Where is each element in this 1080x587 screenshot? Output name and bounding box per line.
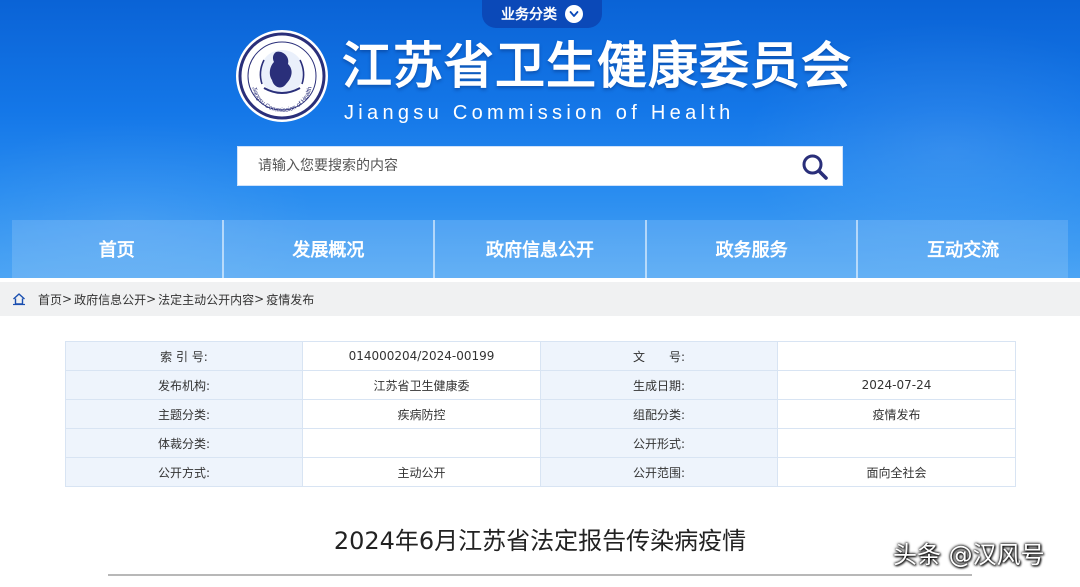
meta-label: 公开方式:: [65, 457, 303, 487]
chevron-down-icon: [565, 5, 583, 23]
meta-label: 文 号:: [540, 341, 778, 371]
title-divider: [108, 574, 972, 576]
meta-value: 疾病防控: [302, 399, 541, 429]
search-input[interactable]: [238, 147, 778, 185]
table-row: 公开方式: 主动公开 公开范围: 面向全社会: [65, 457, 1016, 487]
meta-value: 疫情发布: [777, 399, 1016, 429]
site-title-english: Jiangsu Commission of Health: [344, 102, 735, 124]
meta-label: 体裁分类:: [65, 428, 303, 458]
meta-label: 主题分类:: [65, 399, 303, 429]
main-navigation: 首页 发展概况 政府信息公开 政务服务 互动交流: [12, 220, 1068, 278]
breadcrumb-epidemic-release[interactable]: 疫情发布: [266, 291, 314, 308]
nav-interaction[interactable]: 互动交流: [858, 220, 1068, 278]
breadcrumb-separator: >: [146, 292, 157, 306]
meta-label: 发布机构:: [65, 370, 303, 400]
site-title-chinese: 江苏省卫生健康委员会: [342, 37, 852, 95]
breadcrumb-home[interactable]: 首页: [38, 291, 62, 308]
nav-development-overview[interactable]: 发展概况: [223, 220, 436, 278]
meta-label: 生成日期:: [540, 370, 778, 400]
meta-value: [777, 428, 1016, 458]
table-row: 发布机构: 江苏省卫生健康委 生成日期: 2024-07-24: [65, 370, 1016, 400]
breadcrumb-separator: >: [62, 292, 73, 306]
meta-value: 江苏省卫生健康委: [302, 370, 541, 400]
source-watermark: 头条 @汉风号: [893, 541, 1045, 569]
business-category-tab[interactable]: 业务分类: [482, 0, 602, 28]
table-row: 主题分类: 疾病防控 组配分类: 疫情发布: [65, 399, 1016, 429]
meta-value: [777, 341, 1016, 371]
breadcrumb-government-information[interactable]: 政府信息公开: [74, 291, 146, 308]
search-box: [237, 146, 843, 186]
nav-home[interactable]: 首页: [12, 220, 224, 278]
commission-emblem-logo: Jiangsu Commission of Health: [236, 30, 328, 122]
meta-value: 014000204/2024-00199: [302, 341, 541, 371]
meta-label: 索 引 号:: [65, 341, 303, 371]
breadcrumb: 首页 > 政府信息公开 > 法定主动公开内容 > 疫情发布: [0, 282, 1080, 316]
nav-government-services[interactable]: 政务服务: [646, 220, 859, 278]
meta-value: 主动公开: [302, 457, 541, 487]
table-row: 索 引 号: 014000204/2024-00199 文 号:: [65, 341, 1016, 371]
business-category-label: 业务分类: [501, 7, 557, 23]
article-title: 2024年6月江苏省法定报告传染病疫情: [333, 527, 747, 555]
site-header: 业务分类 Jiangsu Commission of Health 江苏省卫生健…: [0, 0, 1080, 278]
nav-government-information[interactable]: 政府信息公开: [435, 220, 647, 278]
home-icon[interactable]: [12, 291, 28, 307]
meta-value: [302, 428, 541, 458]
meta-label: 组配分类:: [540, 399, 778, 429]
document-metadata-table: 索 引 号: 014000204/2024-00199 文 号: 发布机构: 江…: [65, 341, 1016, 487]
meta-value: 面向全社会: [777, 457, 1016, 487]
meta-value: 2024-07-24: [777, 370, 1016, 400]
breadcrumb-separator: >: [254, 292, 265, 306]
meta-label: 公开范围:: [540, 457, 778, 487]
meta-label: 公开形式:: [540, 428, 778, 458]
breadcrumb-statutory-disclosure[interactable]: 法定主动公开内容: [158, 291, 254, 308]
search-button[interactable]: [798, 151, 832, 183]
search-icon: [802, 154, 828, 180]
table-row: 体裁分类: 公开形式:: [65, 428, 1016, 458]
